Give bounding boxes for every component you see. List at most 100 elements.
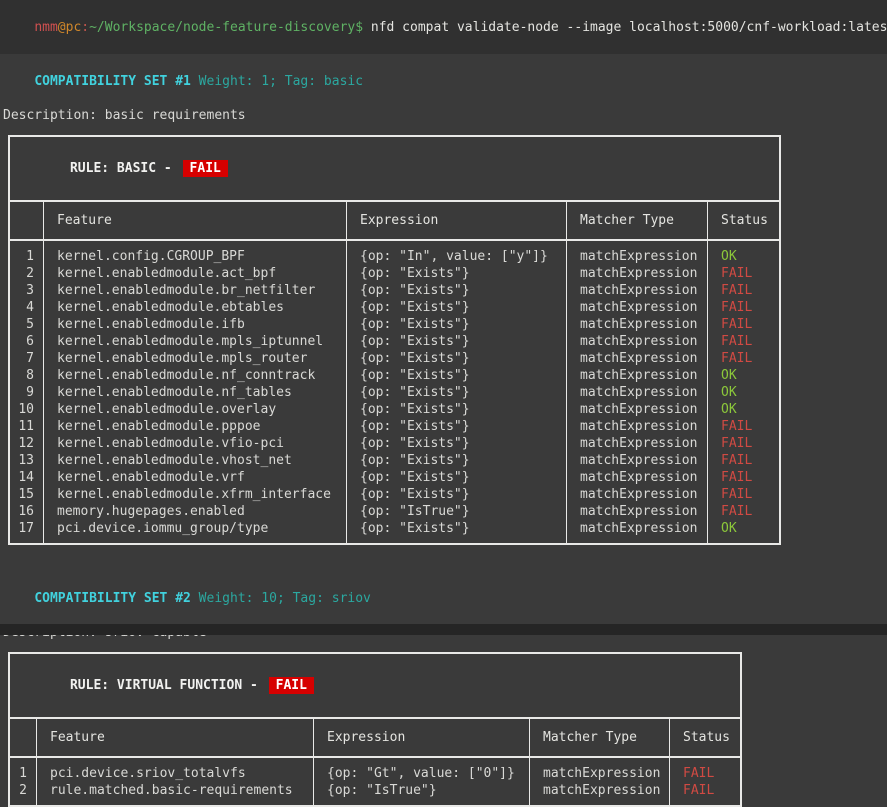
- compat-set-1-meta: Weight: 1; Tag: basic: [191, 74, 363, 89]
- matcher-type-cell: matchExpression: [567, 435, 707, 452]
- status-cell: FAIL: [708, 418, 779, 435]
- feature-cell: memory.hugepages.enabled: [44, 503, 346, 520]
- expression-cell: {op: "Exists"}: [347, 333, 566, 350]
- row-number-cell: 8: [10, 367, 43, 384]
- header-matcher-type: Matcher Type: [567, 202, 708, 239]
- row-number-cell: 6: [10, 333, 43, 350]
- matcher-type-cell: matchExpression: [567, 486, 707, 503]
- compat-set-1-title: COMPATIBILITY SET #1: [34, 74, 191, 89]
- matcher-type-cell: matchExpression: [567, 316, 707, 333]
- table-body: 1234567891011121314151617 kernel.config.…: [10, 241, 779, 543]
- expression-cell: {op: "In", value: ["y"]}: [347, 248, 566, 265]
- feature-cell: kernel.enabledmodule.nf_conntrack: [44, 367, 346, 384]
- column-expressions: {op: "In", value: ["y"]}{op: "Exists"}{o…: [347, 241, 567, 543]
- status-cell: FAIL: [708, 503, 779, 520]
- matcher-type-cell: matchExpression: [567, 452, 707, 469]
- terminal-bottom-strip: [0, 624, 887, 635]
- feature-cell: kernel.config.CGROUP_BPF: [44, 248, 346, 265]
- expression-cell: {op: "Gt", value: ["0"]}: [314, 765, 529, 782]
- expression-cell: {op: "Exists"}: [347, 452, 566, 469]
- table-header-row: Feature Expression Matcher Type Status: [10, 719, 740, 758]
- status-cell: OK: [708, 401, 779, 418]
- column-row-numbers: 1234567891011121314151617: [10, 241, 44, 543]
- status-cell: OK: [708, 384, 779, 401]
- feature-cell: kernel.enabledmodule.xfrm_interface: [44, 486, 346, 503]
- rule-basic-title: RULE: BASIC -: [70, 161, 180, 176]
- expression-cell: {op: "Exists"}: [347, 367, 566, 384]
- header-feature: Feature: [44, 202, 347, 239]
- column-row-numbers: 12: [10, 758, 37, 805]
- expression-cell: {op: "Exists"}: [347, 469, 566, 486]
- matcher-type-cell: matchExpression: [530, 782, 669, 799]
- compat-set-1-header: COMPATIBILITY SET #1 Weight: 1; Tag: bas…: [0, 56, 887, 107]
- column-expressions: {op: "Gt", value: ["0"]}{op: "IsTrue"}: [314, 758, 530, 805]
- header-row-number: [10, 719, 37, 756]
- matcher-type-cell: matchExpression: [567, 265, 707, 282]
- feature-cell: kernel.enabledmodule.ifb: [44, 316, 346, 333]
- terminal-window[interactable]: nmm@pc:~/Workspace/node-feature-discover…: [0, 0, 887, 807]
- status-cell: FAIL: [708, 452, 779, 469]
- expression-cell: {op: "Exists"}: [347, 435, 566, 452]
- feature-cell: kernel.enabledmodule.overlay: [44, 401, 346, 418]
- row-number-cell: 14: [10, 469, 43, 486]
- row-number-cell: 11: [10, 418, 43, 435]
- matcher-type-cell: matchExpression: [567, 248, 707, 265]
- status-cell: FAIL: [708, 350, 779, 367]
- expression-cell: {op: "Exists"}: [347, 401, 566, 418]
- prompt-dollar: $: [355, 20, 363, 35]
- expression-cell: {op: "IsTrue"}: [347, 503, 566, 520]
- compat-set-2-header: COMPATIBILITY SET #2 Weight: 10; Tag: sr…: [0, 573, 887, 624]
- matcher-type-cell: matchExpression: [567, 401, 707, 418]
- matcher-type-cell: matchExpression: [567, 367, 707, 384]
- row-number-cell: 2: [10, 265, 43, 282]
- feature-cell: kernel.enabledmodule.act_bpf: [44, 265, 346, 282]
- expression-cell: {op: "Exists"}: [347, 282, 566, 299]
- expression-cell: {op: "IsTrue"}: [314, 782, 529, 799]
- matcher-type-cell: matchExpression: [567, 520, 707, 537]
- status-cell: FAIL: [708, 435, 779, 452]
- table-body: 12 pci.device.sriov_totalvfsrule.matched…: [10, 758, 740, 805]
- row-number-cell: 7: [10, 350, 43, 367]
- rule-table-virtual-function: RULE: VIRTUAL FUNCTION - FAIL Feature Ex…: [8, 652, 742, 807]
- matcher-type-cell: matchExpression: [567, 282, 707, 299]
- matcher-type-cell: matchExpression: [567, 299, 707, 316]
- status-cell: FAIL: [708, 265, 779, 282]
- prompt-line: nmm@pc:~/Workspace/node-feature-discover…: [0, 0, 887, 54]
- table-header-row: Feature Expression Matcher Type Status: [10, 202, 779, 241]
- status-cell: FAIL: [708, 486, 779, 503]
- matcher-type-cell: matchExpression: [567, 503, 707, 520]
- feature-cell: kernel.enabledmodule.vhost_net: [44, 452, 346, 469]
- expression-cell: {op: "Exists"}: [347, 299, 566, 316]
- feature-cell: kernel.enabledmodule.vfio-pci: [44, 435, 346, 452]
- header-status: Status: [670, 719, 740, 756]
- rule-vf-fail-badge: FAIL: [269, 677, 314, 694]
- rule-basic-fail-badge: FAIL: [183, 160, 228, 177]
- status-cell: FAIL: [670, 765, 740, 782]
- rule-basic-title-band: RULE: BASIC - FAIL: [10, 137, 779, 202]
- row-number-cell: 3: [10, 282, 43, 299]
- status-cell: FAIL: [708, 316, 779, 333]
- column-statuses: FAILFAIL: [670, 758, 740, 805]
- status-cell: FAIL: [708, 333, 779, 350]
- feature-cell: kernel.enabledmodule.mpls_router: [44, 350, 346, 367]
- compat-set-1-description: Description: basic requirements: [0, 107, 887, 124]
- column-features: pci.device.sriov_totalvfsrule.matched.ba…: [37, 758, 314, 805]
- row-number-cell: 16: [10, 503, 43, 520]
- expression-cell: {op: "Exists"}: [347, 265, 566, 282]
- feature-cell: pci.device.sriov_totalvfs: [37, 765, 313, 782]
- rule-vf-title: RULE: VIRTUAL FUNCTION -: [70, 678, 266, 693]
- row-number-cell: 12: [10, 435, 43, 452]
- expression-cell: {op: "Exists"}: [347, 350, 566, 367]
- column-matcher-types: matchExpressionmatchExpressionmatchExpre…: [567, 241, 708, 543]
- feature-cell: rule.matched.basic-requirements: [37, 782, 313, 799]
- rule-table-basic: RULE: BASIC - FAIL Feature Expression Ma…: [8, 135, 781, 545]
- header-status: Status: [708, 202, 779, 239]
- row-number-cell: 2: [10, 782, 36, 799]
- expression-cell: {op: "Exists"}: [347, 384, 566, 401]
- row-number-cell: 15: [10, 486, 43, 503]
- status-cell: OK: [708, 248, 779, 265]
- matcher-type-cell: matchExpression: [567, 350, 707, 367]
- prompt-user: nmm: [34, 20, 57, 35]
- row-number-cell: 4: [10, 299, 43, 316]
- feature-cell: kernel.enabledmodule.br_netfilter: [44, 282, 346, 299]
